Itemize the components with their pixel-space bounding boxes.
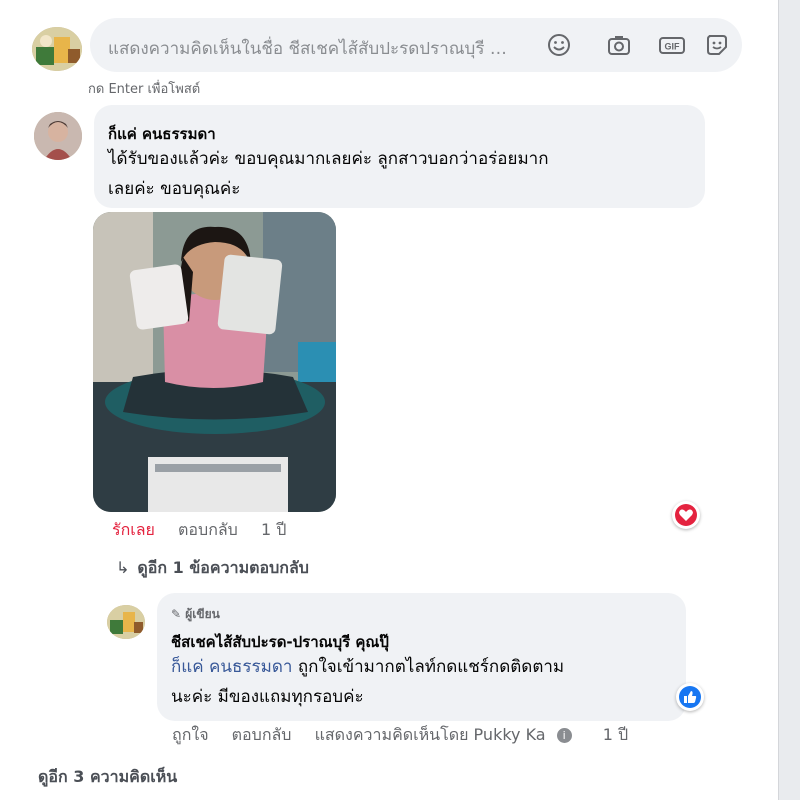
comment-bubble: ก็แค่ คนธรรมดา ได้รับของแล้วค่ะ ขอบคุณมา…: [94, 105, 705, 208]
press-enter-hint: กด Enter เพื่อโพสต์: [88, 82, 201, 97]
comment-timestamp[interactable]: 1 ปี: [261, 520, 286, 539]
comment-text-line-1: ได้รับของแล้วค่ะ ขอบคุณมากเลยค่ะ ลูกสาวบ…: [108, 149, 549, 169]
like-icon: [679, 686, 701, 708]
gif-icon[interactable]: GIF: [658, 32, 685, 58]
like-reaction-badge[interactable]: [676, 683, 704, 711]
emoji-icon[interactable]: [546, 32, 572, 58]
comment-input[interactable]: แสดงความคิดเห็นในชื่อ ชีสเชคไส้สับปะรดปร…: [90, 18, 742, 72]
commenter-avatar[interactable]: [34, 112, 82, 160]
author-badge: ✎ ผู้เขียน: [171, 605, 220, 624]
comment-actions: รักเลย ตอบกลับ 1 ปี: [112, 518, 304, 543]
heart-icon: [675, 504, 697, 526]
sticker-icon[interactable]: [704, 32, 730, 58]
view-more-replies[interactable]: ↳ ดูอีก 1 ข้อความตอบกลับ: [116, 556, 309, 581]
reply-text-line-2: นะค่ะ มีของแถมทุกรอบค่ะ: [171, 687, 364, 707]
shown-by: แสดงความคิดเห็นโดย Pukky Ka: [314, 725, 546, 744]
reply-arrow-icon: ↳: [116, 558, 130, 577]
comment-text-line-2: เลยค่ะ ขอบคุณค่ะ: [108, 179, 241, 199]
reply-timestamp[interactable]: 1 ปี: [603, 725, 628, 744]
author-badge-label: ผู้เขียน: [185, 607, 220, 621]
love-reaction-badge[interactable]: [672, 501, 700, 529]
mention-link[interactable]: ก็แค่ คนธรรมดา: [171, 657, 292, 677]
view-more-replies-label: ดูอีก 1 ข้อความตอบกลับ: [137, 558, 309, 577]
like-action[interactable]: ถูกใจ: [172, 725, 209, 744]
reply-bubble: ✎ ผู้เขียน ชีสเชคไส้สับปะรด-ปราณบุรี คุณ…: [157, 593, 686, 721]
reply-text-line-1: ก็แค่ คนธรรมดา ถูกใจเข้ามากตไลท์กดแชร์กด…: [171, 651, 564, 683]
page-avatar[interactable]: [32, 27, 82, 71]
reply-action[interactable]: ตอบกลับ: [232, 725, 292, 744]
reply-action[interactable]: ตอบกลับ: [178, 520, 238, 539]
reply-actions: ถูกใจ ตอบกลับ แสดงความคิดเห็นโดย Pukky K…: [172, 723, 646, 748]
comment-photo[interactable]: [93, 212, 336, 512]
love-action[interactable]: รักเลย: [112, 520, 155, 539]
view-more-comments[interactable]: ดูอีก 3 ความคิดเห็น: [38, 765, 177, 790]
camera-icon[interactable]: [606, 32, 632, 58]
comment-input-placeholder: แสดงความคิดเห็นในชื่อ ชีสเชคไส้สับปะรดปร…: [108, 39, 513, 59]
reply-text-line-1-body: ถูกใจเข้ามากตไลท์กดแชร์กดติดตาม: [292, 657, 565, 677]
info-icon[interactable]: i: [556, 728, 572, 743]
pencil-icon: ✎: [171, 607, 182, 621]
author-avatar[interactable]: [107, 605, 145, 639]
comments-panel: แสดงความคิดเห็นในชื่อ ชีสเชคไส้สับปะรดปร…: [0, 0, 779, 800]
gif-icon-label: GIF: [665, 42, 681, 52]
